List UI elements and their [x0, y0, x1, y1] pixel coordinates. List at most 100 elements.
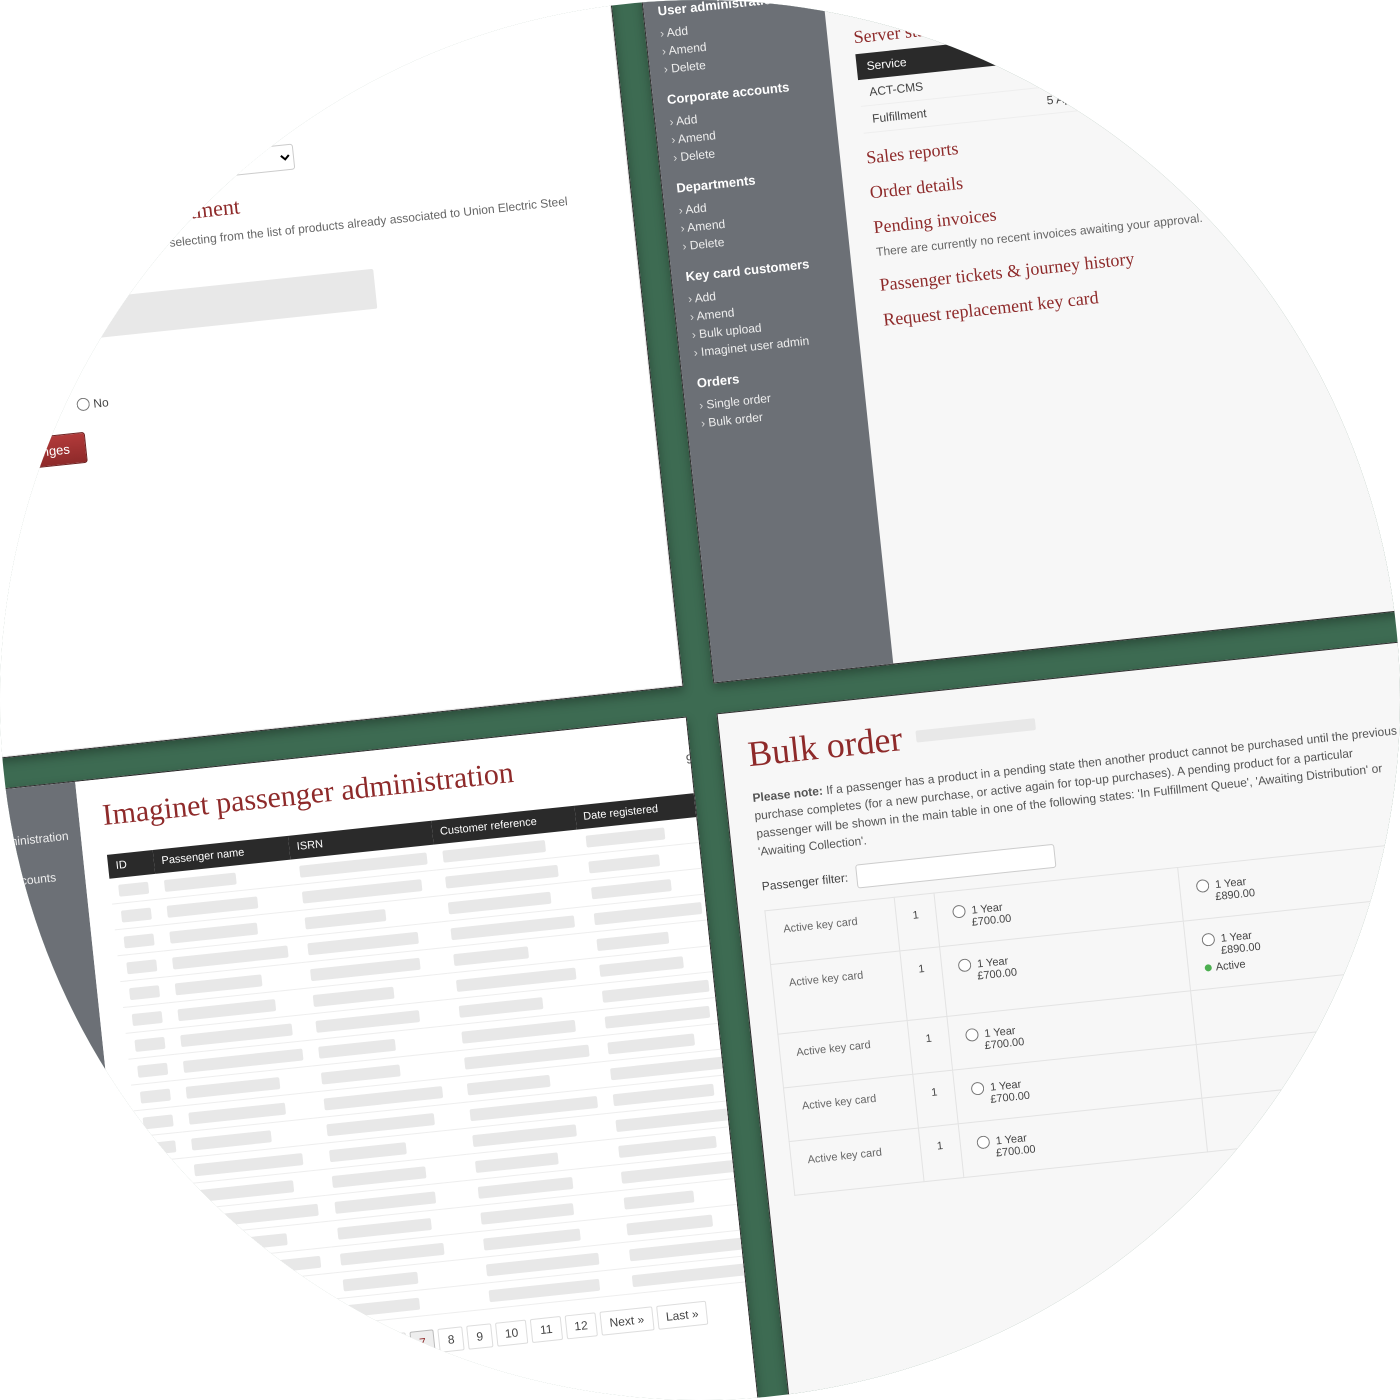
- cell-placeholder: [342, 1271, 418, 1291]
- cell-placeholder: [315, 1010, 420, 1033]
- bulk-order-title: Bulk order: [746, 717, 905, 775]
- passenger-table: IDPassenger nameISRNCustomer referenceDa…: [107, 783, 762, 1344]
- cell-placeholder: [475, 1152, 559, 1173]
- page-3[interactable]: 3: [295, 1341, 322, 1367]
- cell-placeholder: [604, 1005, 710, 1028]
- cell-placeholder: [304, 909, 386, 929]
- label-administrator: administrator:: [0, 178, 24, 200]
- side-item-accounts[interactable]: e accounts: [0, 869, 73, 891]
- cell-placeholder: [118, 881, 149, 896]
- cell-placeholder: [123, 933, 154, 948]
- cell-placeholder: [202, 1233, 288, 1254]
- radio-active-no[interactable]: No: [76, 395, 110, 412]
- cell-placeholder: [153, 1217, 184, 1232]
- page-11[interactable]: 11: [530, 1316, 563, 1343]
- cell-placeholder: [472, 1124, 577, 1147]
- cell-placeholder: [591, 879, 672, 899]
- cell-placeholder: [156, 1243, 187, 1258]
- dashboard-main: Your dashboard Server status Service Las…: [819, 0, 1400, 664]
- cell-placeholder: [140, 1088, 171, 1103]
- cell-placeholder: [612, 1083, 714, 1105]
- cell-placeholder: [331, 1166, 426, 1188]
- page-7[interactable]: 7: [409, 1329, 436, 1355]
- save-changes-button[interactable]: Save changes: [0, 432, 88, 475]
- cell-placeholder: [164, 1321, 195, 1336]
- cell-placeholder: [340, 1242, 445, 1265]
- page-12[interactable]: 12: [564, 1312, 598, 1339]
- cell-placeholder: [334, 1191, 436, 1213]
- cell-placeholder: [477, 1177, 573, 1199]
- bulk-qty: 1: [913, 1070, 958, 1128]
- tilted-quad-layout: Primary departmental administrator admin…: [0, 0, 1400, 1400]
- side-item-admin[interactable]: administration: [0, 829, 69, 851]
- cell-placeholder: [480, 1203, 574, 1225]
- cell-placeholder: [318, 1038, 396, 1058]
- cell-placeholder: [337, 1218, 432, 1240]
- cell-placeholder: [458, 997, 543, 1018]
- cell-placeholder: [185, 1077, 280, 1099]
- cell-placeholder: [483, 1228, 581, 1250]
- bulk-qty: 1: [907, 1016, 952, 1074]
- page-6[interactable]: 6: [381, 1332, 408, 1358]
- cell-placeholder: [174, 974, 262, 995]
- cell-placeholder: [466, 1074, 550, 1095]
- cell-placeholder: [137, 1062, 168, 1077]
- panel-passenger-admin: administration e accounts Imaginet passe…: [0, 716, 761, 1400]
- cell-placeholder: [488, 1278, 600, 1302]
- cell-placeholder: [447, 891, 551, 914]
- cell-placeholder: [607, 1033, 695, 1054]
- cell-placeholder: [442, 840, 546, 863]
- cell-placeholder: [164, 872, 237, 891]
- cell-placeholder: [126, 959, 157, 974]
- cell-placeholder: [121, 907, 152, 922]
- cell-placeholder: [150, 1192, 181, 1207]
- select-all-button[interactable]: Select all: [0, 275, 25, 306]
- cell-placeholder: [129, 985, 160, 1000]
- cell-placeholder: [329, 1142, 407, 1162]
- cell-placeholder: [631, 1262, 754, 1287]
- cell-placeholder: [596, 931, 669, 950]
- bulk-qty: 1: [918, 1124, 963, 1182]
- cell-placeholder: [623, 1190, 694, 1209]
- page-10[interactable]: 10: [495, 1320, 529, 1347]
- cell-placeholder: [588, 854, 660, 873]
- label-active: Active:: [0, 409, 11, 428]
- panel-bulk-order: Bulk order Please note: If a passenger h…: [716, 639, 1400, 1400]
- label-passenger-filter: Passenger filter:: [761, 871, 849, 894]
- panel-dashboard: User administration AddAmendDelete Corpo…: [639, 0, 1400, 684]
- circle-clip: Primary departmental administrator admin…: [0, 0, 1400, 1400]
- cell-placeholder: [207, 1283, 302, 1305]
- cell-placeholder: [626, 1214, 713, 1235]
- page-8[interactable]: 8: [438, 1326, 465, 1352]
- cell-placeholder: [159, 1269, 190, 1284]
- cell-placeholder: [177, 999, 276, 1021]
- page-9[interactable]: 9: [466, 1323, 493, 1349]
- page-5[interactable]: 5: [352, 1335, 379, 1361]
- page-4[interactable]: 4: [324, 1338, 351, 1364]
- cell-placeholder: [599, 956, 684, 977]
- cell-placeholder: [148, 1166, 179, 1181]
- panel-department-admin: Primary departmental administrator admin…: [0, 0, 684, 761]
- cell-placeholder: [166, 896, 258, 917]
- cell-placeholder: [188, 1102, 286, 1124]
- cell-placeholder: [453, 946, 529, 966]
- cell-placeholder: [321, 1064, 401, 1084]
- cell-placeholder: [161, 1295, 192, 1310]
- cell-placeholder: [131, 1011, 162, 1026]
- cell-placeholder: [345, 1297, 420, 1317]
- cell-placeholder: [618, 1135, 717, 1157]
- bulk-order-table: Active key card1 1 Year£700.00 1 Year£89…: [764, 841, 1400, 1196]
- cell-placeholder: [210, 1307, 329, 1331]
- cell-placeholder: [585, 827, 665, 847]
- radio-active-yes[interactable]: Yes: [21, 400, 59, 418]
- cell-placeholder: [191, 1130, 272, 1150]
- cell-placeholder: [142, 1114, 173, 1129]
- cell-placeholder: [145, 1140, 176, 1155]
- cell-placeholder: [134, 1036, 165, 1051]
- page-last[interactable]: Last »: [656, 1301, 709, 1330]
- cell-placeholder: [169, 922, 258, 943]
- deselect-all-button[interactable]: Deselect all: [30, 266, 116, 299]
- cell-placeholder: [312, 986, 394, 1006]
- bulk-qty: 1: [894, 893, 939, 951]
- page-next[interactable]: Next »: [599, 1306, 654, 1335]
